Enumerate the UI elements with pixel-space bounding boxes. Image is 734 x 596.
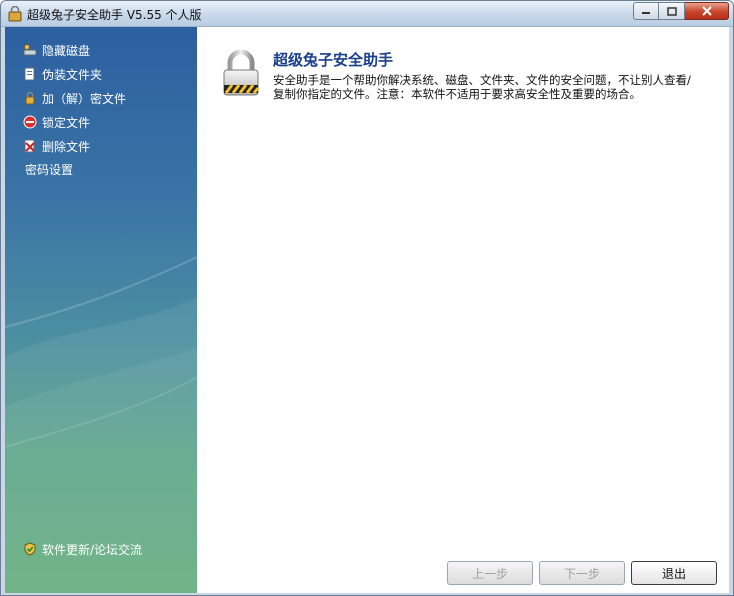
sidebar-item-password-settings[interactable]: 密码设置 [25,160,73,178]
sidebar-decoration [5,256,197,593]
block-icon [23,115,37,129]
app-window: 超级兔子安全助手 V5.55 个人版 隐藏磁盘 伪装文件夹 加（解）密文件 锁定… [0,0,734,596]
prev-step-button[interactable]: 上一步 [447,561,533,585]
maximize-button[interactable] [659,2,685,20]
next-step-button[interactable]: 下一步 [539,561,625,585]
padlock-icon [223,49,260,96]
sidebar-item-label: 密码设置 [25,162,74,177]
exit-button[interactable]: 退出 [631,561,717,585]
client-area: 隐藏磁盘 伪装文件夹 加（解）密文件 锁定文件 删除文件 密码设置 软件更新/论… [5,27,729,593]
sidebar-item-lock-file[interactable]: 锁定文件 [23,113,90,131]
sidebar-item-disguise-folder[interactable]: 伪装文件夹 [23,65,102,83]
sidebar-item-label: 加（解）密文件 [42,91,127,106]
sidebar-footer-update-link[interactable]: 软件更新/论坛交流 [23,540,142,558]
close-button[interactable] [685,2,729,20]
page-title: 超级兔子安全助手 [273,51,394,69]
lock-small-icon [25,91,35,105]
sidebar-item-hide-disk[interactable]: 隐藏磁盘 [23,41,90,59]
minimize-button[interactable] [633,2,659,20]
window-controls [633,2,729,20]
window-title: 超级兔子安全助手 V5.55 个人版 [27,8,202,22]
sidebar-item-label: 伪装文件夹 [42,67,103,82]
close-icon [701,6,712,16]
sidebar-footer-label: 软件更新/论坛交流 [42,542,143,557]
maximize-icon [666,6,677,16]
sidebar-item-label: 锁定文件 [42,115,91,130]
minimize-icon [642,12,650,14]
sidebar-item-delete-file[interactable]: 删除文件 [23,137,90,155]
app-logo-icon [8,6,22,22]
page-description: 安全助手是一个帮助你解决系统、磁盘、文件夹、文件的安全问题，不让别人查看/复制你… [273,73,691,101]
delete-file-icon [24,139,35,153]
sidebar-item-label: 隐藏磁盘 [42,43,91,58]
sidebar: 隐藏磁盘 伪装文件夹 加（解）密文件 锁定文件 删除文件 密码设置 软件更新/论… [5,27,197,593]
sidebar-item-encrypt-file[interactable]: 加（解）密文件 [23,89,126,107]
main-content: 超级兔子安全助手 安全助手是一个帮助你解决系统、磁盘、文件夹、文件的安全问题，不… [197,27,729,593]
disk-icon [23,44,37,56]
shield-icon [24,542,36,556]
title-bar[interactable]: 超级兔子安全助手 V5.55 个人版 [1,1,733,27]
folder-icon [24,67,35,81]
sidebar-item-label: 删除文件 [42,139,91,154]
